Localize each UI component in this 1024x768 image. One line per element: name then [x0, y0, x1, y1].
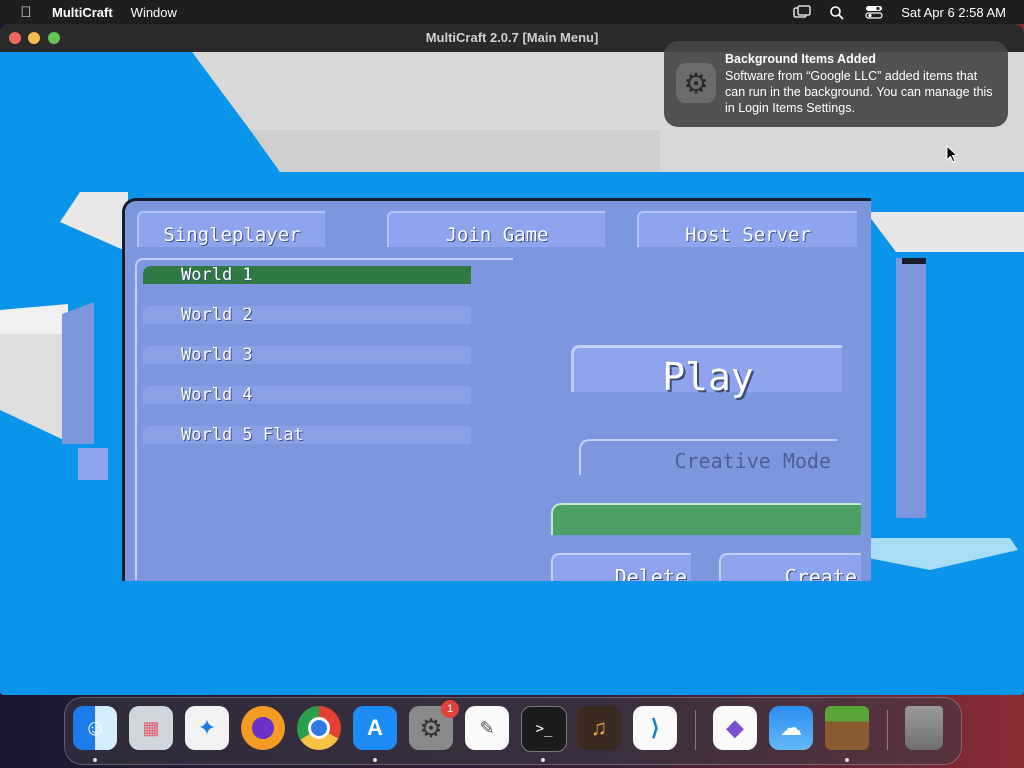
notification-banner[interactable]: ⚙ Background Items Added Software from “…	[664, 41, 1008, 127]
creative-mode-toggle[interactable]: Creative Mode	[579, 439, 837, 475]
world-item-2[interactable]: World 2	[143, 306, 471, 324]
tab-singleplayer[interactable]: Singleplayer	[137, 211, 325, 247]
terminal-icon[interactable]: >_	[521, 706, 567, 752]
world-item-5[interactable]: World 5 Flat	[143, 426, 471, 444]
window-title: MultiCraft 2.0.7 [Main Menu]	[425, 30, 599, 45]
settings-icon[interactable]: ⚙ 1	[409, 700, 459, 750]
trash-icon[interactable]	[905, 706, 943, 750]
world-item-1[interactable]: World 1	[143, 266, 471, 284]
control-center-icon[interactable]	[865, 5, 883, 19]
apple-menu-icon[interactable]: 	[0, 4, 52, 21]
launchpad-icon[interactable]: ▦	[129, 706, 173, 750]
weather-icon[interactable]: ☁	[769, 706, 813, 750]
mouse-pointer-icon	[946, 145, 959, 163]
notification-badge: 1	[441, 700, 459, 718]
running-indicator	[541, 758, 545, 762]
world-item-3[interactable]: World 3	[143, 346, 471, 364]
vscode-icon[interactable]: ⟩	[633, 706, 677, 750]
main-menu-panel: Singleplayer Join Game Host Server World…	[122, 198, 871, 581]
running-indicator	[93, 758, 97, 762]
close-window-button[interactable]	[9, 32, 21, 44]
dock-divider	[695, 710, 696, 750]
spotlight-search-icon[interactable]	[829, 5, 847, 20]
screen-mirroring-icon[interactable]	[793, 5, 811, 19]
chrome-icon[interactable]	[297, 706, 341, 750]
finder-icon[interactable]: ☺	[73, 706, 117, 750]
minimize-window-button[interactable]	[28, 32, 40, 44]
app-store-icon[interactable]: A	[353, 706, 397, 750]
dock-divider	[887, 710, 888, 750]
safari-icon[interactable]: ✦	[185, 706, 229, 750]
app-menu[interactable]: MultiCraft	[52, 5, 113, 20]
gear-icon: ⚙	[676, 63, 716, 103]
world-item-4[interactable]: World 4	[143, 386, 471, 404]
menu-bar:  MultiCraft Window Sat Apr 6 2:58 AM	[0, 0, 1024, 24]
visual-studio-icon[interactable]: ◆	[713, 706, 757, 750]
dock: ☺ ▦ ✦ A ⚙ 1 ✎ >_ ♫ ⟩ ◆ ☁	[64, 697, 962, 765]
notification-body: Software from “Google LLC” added items t…	[725, 69, 993, 115]
running-indicator	[373, 758, 377, 762]
firefox-icon[interactable]	[241, 706, 285, 750]
multicraft-icon[interactable]	[825, 706, 869, 750]
notification-title: Background Items Added	[725, 52, 876, 66]
textedit-icon[interactable]: ✎	[465, 706, 509, 750]
tab-join-game[interactable]: Join Game	[387, 211, 605, 247]
play-button[interactable]: Play	[571, 345, 842, 399]
game-viewport[interactable]: Singleplayer Join Game Host Server World…	[0, 52, 1024, 695]
garageband-icon[interactable]: ♫	[577, 706, 621, 750]
world-list: World 1 World 2 World 3 World 4 World 5 …	[135, 258, 513, 580]
create-button[interactable]: Create	[719, 553, 861, 581]
zoom-window-button[interactable]	[48, 32, 60, 44]
tab-host-server[interactable]: Host Server	[637, 211, 857, 247]
running-indicator	[845, 758, 849, 762]
world-name-input[interactable]	[551, 503, 861, 535]
window-menu[interactable]: Window	[131, 5, 177, 20]
clock[interactable]: Sat Apr 6 2:58 AM	[901, 5, 1006, 20]
delete-button[interactable]: Delete	[551, 553, 691, 581]
